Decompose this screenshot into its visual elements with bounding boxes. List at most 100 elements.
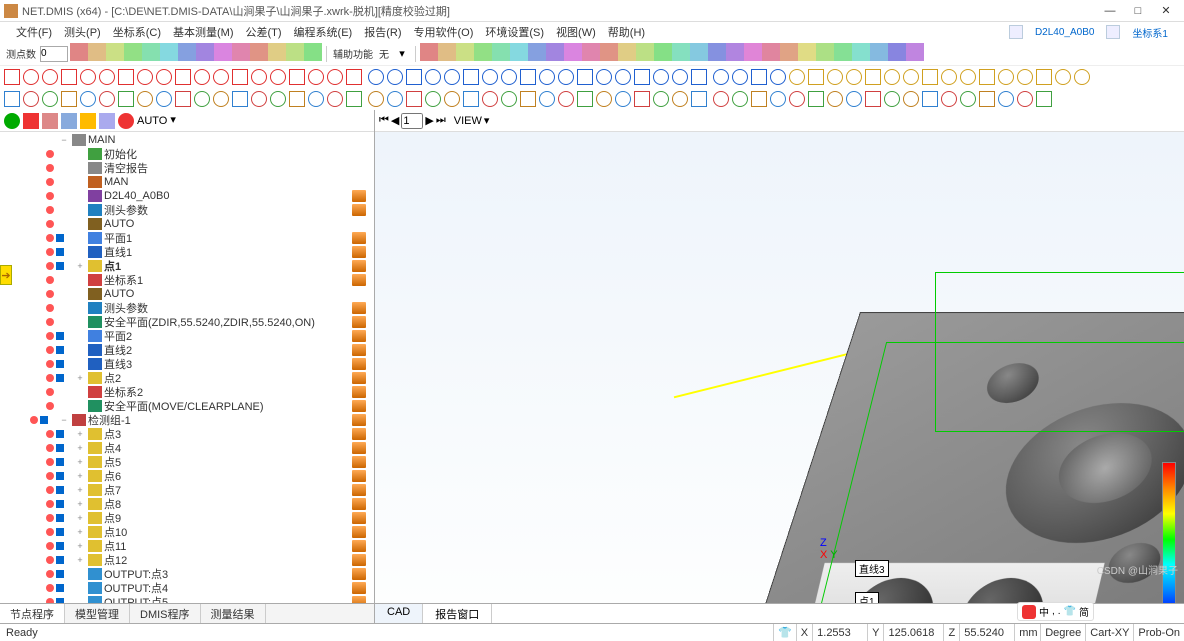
shape-icon[interactable]: [501, 91, 517, 107]
shape-icon[interactable]: [118, 69, 134, 85]
shape-icon[interactable]: [922, 69, 938, 85]
shape-icon[interactable]: [520, 69, 536, 85]
shape-icon[interactable]: [406, 69, 422, 85]
expand-icon[interactable]: +: [74, 457, 86, 467]
expand-icon[interactable]: +: [74, 513, 86, 523]
tree-tab[interactable]: 测量结果: [201, 604, 266, 623]
flag-icon[interactable]: [56, 458, 64, 466]
eye-icon[interactable]: [46, 276, 54, 284]
eye-icon[interactable]: [46, 164, 54, 172]
tool-icon[interactable]: [196, 43, 214, 61]
tool-icon[interactable]: [214, 43, 232, 61]
tool-icon[interactable]: [582, 43, 600, 61]
tree-row[interactable]: +点5: [0, 455, 374, 469]
eye-icon[interactable]: [46, 332, 54, 340]
shape-icon[interactable]: [99, 91, 115, 107]
shape-icon[interactable]: [979, 91, 995, 107]
flag-icon[interactable]: [56, 486, 64, 494]
trash-icon[interactable]: [352, 386, 366, 398]
tool-b-icon[interactable]: [61, 113, 77, 129]
shape-icon[interactable]: [213, 69, 229, 85]
tree-tab[interactable]: 模型管理: [65, 604, 130, 623]
tool-icon[interactable]: [250, 43, 268, 61]
shape-icon[interactable]: [232, 91, 248, 107]
nav-last-icon[interactable]: ⏭: [436, 114, 446, 127]
tree-row[interactable]: +点7: [0, 483, 374, 497]
shape-icon[interactable]: [406, 91, 422, 107]
flag-icon[interactable]: [56, 500, 64, 508]
shape-icon[interactable]: [308, 69, 324, 85]
shape-icon[interactable]: [80, 91, 96, 107]
flag-icon[interactable]: [40, 416, 48, 424]
flag-icon[interactable]: [56, 248, 64, 256]
tool-icon[interactable]: [456, 43, 474, 61]
trash-icon[interactable]: [352, 344, 366, 356]
tree-row[interactable]: OUTPUT:点4: [0, 581, 374, 595]
shape-icon[interactable]: [482, 91, 498, 107]
trash-icon[interactable]: [352, 372, 366, 384]
flag-icon[interactable]: [56, 360, 64, 368]
mode-dropdown-icon[interactable]: ▾: [170, 113, 186, 129]
shape-icon[interactable]: [827, 91, 843, 107]
flag-icon[interactable]: [56, 472, 64, 480]
tool-d-icon[interactable]: [99, 113, 115, 129]
eye-icon[interactable]: [46, 430, 54, 438]
shape-icon[interactable]: [61, 91, 77, 107]
eye-icon[interactable]: [46, 262, 54, 270]
shape-icon[interactable]: [368, 69, 384, 85]
flag-icon[interactable]: [56, 542, 64, 550]
tree-row[interactable]: +点1: [0, 259, 374, 273]
shape-icon[interactable]: [368, 91, 384, 107]
tool-icon[interactable]: [870, 43, 888, 61]
shape-icon[interactable]: [558, 91, 574, 107]
tool-icon[interactable]: [268, 43, 286, 61]
shape-icon[interactable]: [558, 69, 574, 85]
shape-icon[interactable]: [808, 69, 824, 85]
shape-icon[interactable]: [653, 91, 669, 107]
shape-icon[interactable]: [808, 91, 824, 107]
tree-row[interactable]: −检测组-1: [0, 413, 374, 427]
shape-icon[interactable]: [80, 69, 96, 85]
shape-icon[interactable]: [672, 91, 688, 107]
tree-row[interactable]: 安全平面(MOVE/CLEARPLANE): [0, 399, 374, 413]
shape-icon[interactable]: [444, 91, 460, 107]
shape-icon[interactable]: [539, 91, 555, 107]
shape-icon[interactable]: [770, 91, 786, 107]
tree-row[interactable]: AUTO: [0, 287, 374, 301]
menu-item[interactable]: 报告(R): [358, 27, 407, 39]
shape-icon[interactable]: [4, 69, 20, 85]
tree-row[interactable]: OUTPUT:点3: [0, 567, 374, 581]
csys-icon[interactable]: [1106, 25, 1120, 39]
flag-icon[interactable]: [56, 374, 64, 382]
tool-icon[interactable]: [70, 43, 88, 61]
tool-icon[interactable]: [178, 43, 196, 61]
shape-icon[interactable]: [463, 91, 479, 107]
trash-icon[interactable]: [352, 540, 366, 552]
shape-icon[interactable]: [615, 91, 631, 107]
tool-icon[interactable]: [124, 43, 142, 61]
shape-icon[interactable]: [960, 91, 976, 107]
eye-icon[interactable]: [46, 304, 54, 312]
eye-icon[interactable]: [46, 220, 54, 228]
tool-icon[interactable]: [142, 43, 160, 61]
tool-icon[interactable]: [420, 43, 438, 61]
expand-icon[interactable]: +: [74, 429, 86, 439]
shape-icon[interactable]: [156, 91, 172, 107]
menu-item[interactable]: 环境设置(S): [479, 27, 550, 39]
shape-icon[interactable]: [308, 91, 324, 107]
trash-icon[interactable]: [352, 204, 366, 216]
tree-row[interactable]: +点12: [0, 553, 374, 567]
flag-icon[interactable]: [56, 528, 64, 536]
menu-item[interactable]: 基本测量(M): [167, 27, 240, 39]
flag-icon[interactable]: [56, 584, 64, 592]
shape-icon[interactable]: [922, 91, 938, 107]
shape-icon[interactable]: [751, 91, 767, 107]
shape-icon[interactable]: [713, 91, 729, 107]
flag-icon[interactable]: [56, 332, 64, 340]
status-deg[interactable]: Degree: [1040, 624, 1085, 641]
shape-icon[interactable]: [346, 69, 362, 85]
shape-icon[interactable]: [194, 91, 210, 107]
shape-icon[interactable]: [289, 91, 305, 107]
tool-icon[interactable]: [564, 43, 582, 61]
trash-icon[interactable]: [352, 568, 366, 580]
